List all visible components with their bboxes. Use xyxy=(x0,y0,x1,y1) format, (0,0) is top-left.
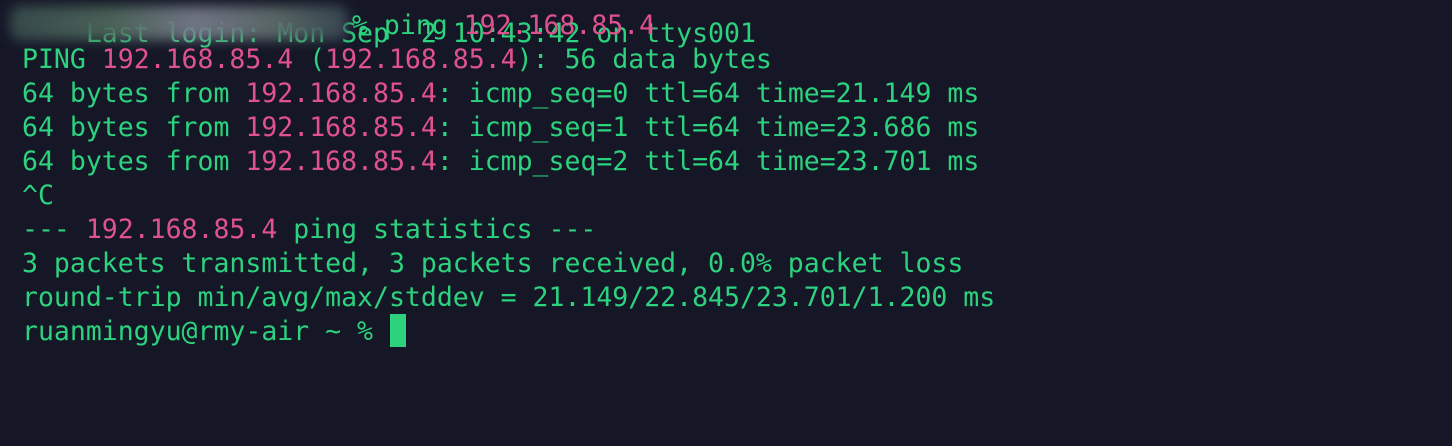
reply-detail: : icmp_seq=0 ttl=64 time=21.149 ms xyxy=(436,78,980,109)
ping-label: PING xyxy=(22,44,102,75)
reply-prefix: 64 bytes from xyxy=(22,112,246,143)
stats-header-line: --- 192.168.85.4 ping statistics --- xyxy=(22,213,596,247)
text-cursor xyxy=(390,314,406,347)
header-bytes: ): 56 data bytes xyxy=(516,44,772,75)
header-paren: ( xyxy=(293,44,326,75)
stats-title: ping statistics --- xyxy=(277,214,597,245)
prompt-symbol: % ping xyxy=(352,10,464,41)
final-prompt-line[interactable]: ruanmingyu@rmy-air ~ % xyxy=(22,315,389,349)
header-ip: 192.168.85.4 xyxy=(101,44,294,75)
shell-prompt: ruanmingyu@rmy-air ~ % xyxy=(22,316,389,347)
reply-detail: : icmp_seq=2 ttl=64 time=23.701 ms xyxy=(436,146,980,177)
command-ip: 192.168.85.4 xyxy=(463,10,656,41)
terminal-window[interactable]: Last login: Mon Sep 2 10:43:42 on ttys00… xyxy=(0,0,1452,446)
packet-stats-text: 3 packets transmitted, 3 packets receive… xyxy=(22,248,964,279)
reply-line-1: 64 bytes from 192.168.85.4: icmp_seq=1 t… xyxy=(22,111,979,145)
reply-ip: 192.168.85.4 xyxy=(245,78,437,109)
reply-prefix: 64 bytes from xyxy=(22,78,246,109)
header-ip-resolved: 192.168.85.4 xyxy=(325,44,517,75)
rtt-text: round-trip min/avg/max/stddev = 21.149/2… xyxy=(22,282,996,313)
interrupt-text: ^C xyxy=(22,180,54,211)
ping-command-line: % ping 192.168.85.4 xyxy=(22,9,655,43)
stats-ip: 192.168.85.4 xyxy=(85,214,278,245)
reply-ip: 192.168.85.4 xyxy=(245,146,437,177)
reply-ip: 192.168.85.4 xyxy=(245,112,437,143)
reply-prefix: 64 bytes from xyxy=(22,146,246,177)
stats-dashes: --- xyxy=(22,214,86,245)
reply-line-0: 64 bytes from 192.168.85.4: icmp_seq=0 t… xyxy=(22,77,979,111)
reply-line-2: 64 bytes from 192.168.85.4: icmp_seq=2 t… xyxy=(22,145,979,179)
packet-stats-line: 3 packets transmitted, 3 packets receive… xyxy=(22,247,963,281)
ping-header-line: PING 192.168.85.4 (192.168.85.4): 56 dat… xyxy=(22,43,772,77)
rtt-line: round-trip min/avg/max/stddev = 21.149/2… xyxy=(22,281,995,315)
interrupt-line: ^C xyxy=(22,179,54,213)
reply-detail: : icmp_seq=1 ttl=64 time=23.686 ms xyxy=(436,112,980,143)
